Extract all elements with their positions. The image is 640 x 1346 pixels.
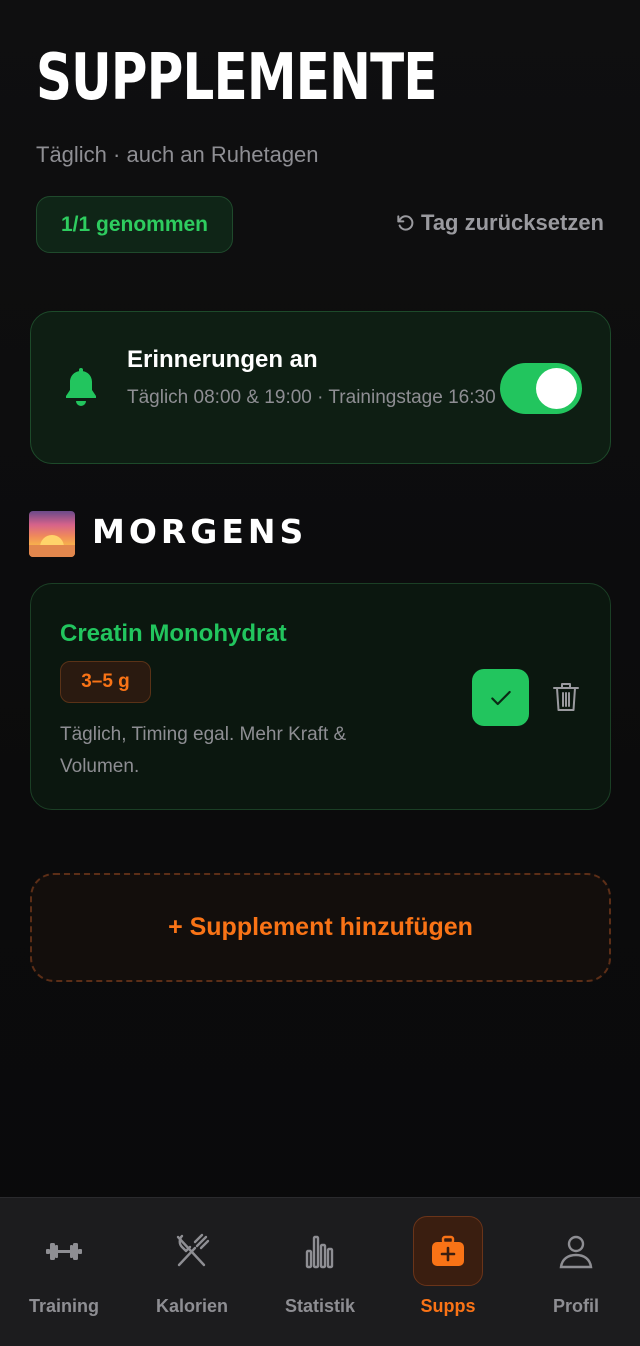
- reminder-schedule: Täglich 08:00 & 19:00 · Trainingstage 16…: [127, 387, 496, 408]
- bell-icon: [66, 368, 96, 406]
- supplement-name: Creatin Monohydrat: [60, 620, 287, 647]
- tab-label-training: Training: [28, 1296, 99, 1316]
- sunrise-icon: [29, 511, 75, 557]
- toggle-knob: [536, 368, 577, 409]
- add-supplement-button[interactable]: + Supplement hinzufügen: [30, 873, 611, 982]
- fork-knife-icon: [176, 1233, 210, 1267]
- reminder-card: Erinnerungen an Täglich 08:00 & 19:00 · …: [30, 311, 611, 464]
- reset-day-label: Tag zurücksetzen: [421, 210, 604, 235]
- supplement-box-icon: [432, 1235, 464, 1266]
- reminder-toggle[interactable]: [500, 363, 582, 414]
- tab-kalorien[interactable]: Kalorien: [128, 1198, 256, 1346]
- tab-label-statistik: Statistik: [284, 1296, 356, 1316]
- reset-day-button[interactable]: Tag zurücksetzen: [395, 210, 604, 236]
- checkmark-icon: [490, 690, 511, 705]
- tab-supps[interactable]: Supps: [384, 1198, 512, 1346]
- person-icon: [559, 1235, 593, 1269]
- bottom-tab-bar: Training Kalorien Statistik Supps Profil: [0, 1197, 640, 1346]
- page-title: SUPPLEMENTE: [36, 41, 437, 115]
- tab-label-kalorien: Kalorien: [155, 1296, 229, 1316]
- section-title-morning: MORGENS: [92, 512, 308, 551]
- supplement-note: Täglich, Timing egal. Mehr Kraft & Volum…: [60, 724, 347, 777]
- tab-label-supps: Supps: [420, 1296, 476, 1316]
- dose-badge: 3–5 g: [60, 661, 151, 703]
- taken-count-badge: 1/1 genommen: [36, 196, 233, 253]
- supplement-card: Creatin Monohydrat 3–5 g Täglich, Timing…: [30, 583, 611, 810]
- tab-training[interactable]: Training: [0, 1198, 128, 1346]
- dumbbell-icon: [46, 1243, 82, 1260]
- trash-icon[interactable]: [552, 681, 580, 713]
- tab-statistik[interactable]: Statistik: [256, 1198, 384, 1346]
- bar-chart-icon: [305, 1235, 334, 1269]
- undo-icon: [397, 215, 414, 231]
- reminder-title: Erinnerungen an: [127, 346, 318, 373]
- page-subtitle: Täglich · auch an Ruhetagen: [36, 142, 319, 167]
- mark-taken-button[interactable]: [472, 669, 529, 726]
- tab-label-profil: Profil: [552, 1296, 599, 1316]
- tab-profil[interactable]: Profil: [512, 1198, 640, 1346]
